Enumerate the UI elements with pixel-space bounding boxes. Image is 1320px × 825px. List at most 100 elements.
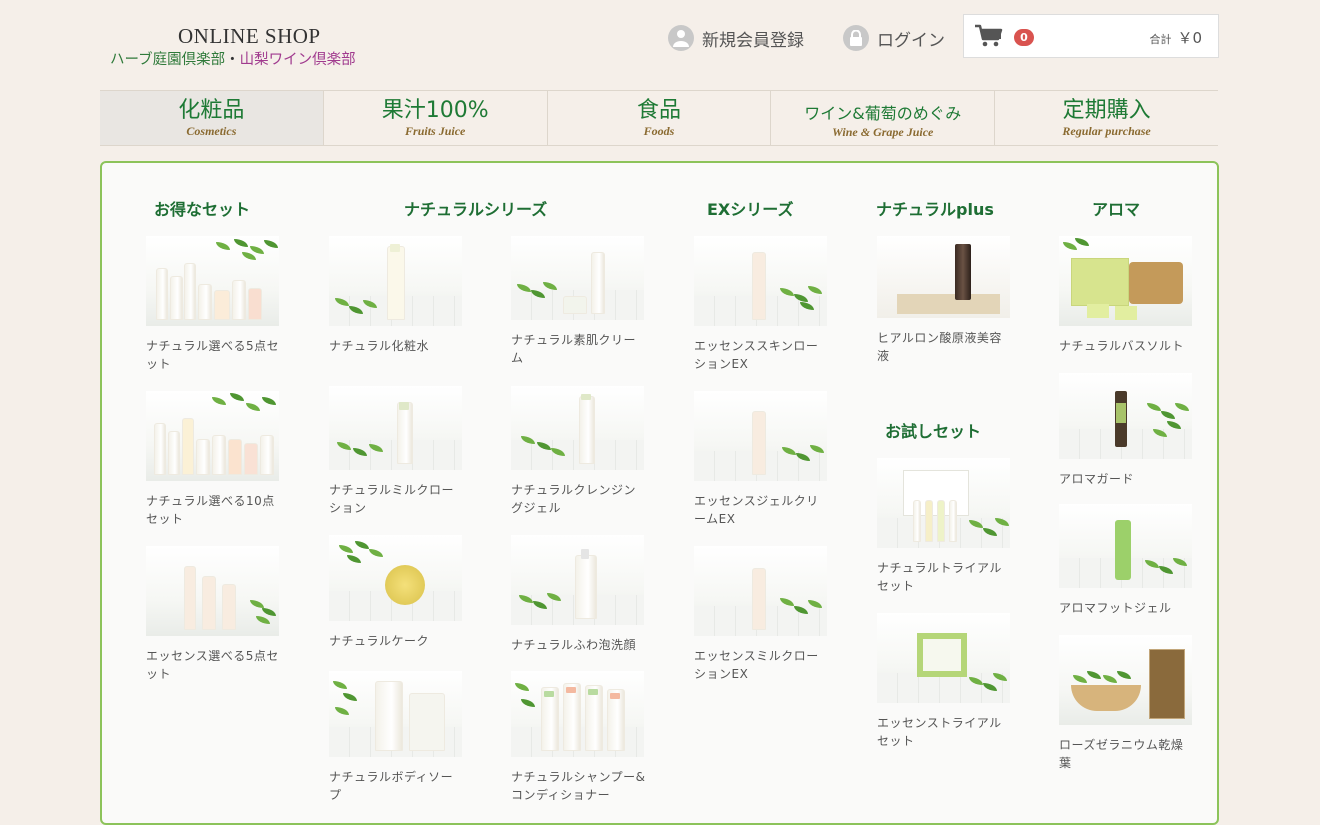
product-card[interactable]: ナチュラルバスソルト xyxy=(1059,236,1194,355)
tab-wine-grape[interactable]: ワイン&葡萄のめぐみ Wine & Grape Juice xyxy=(771,91,996,145)
product-name: ナチュラルバスソルト xyxy=(1059,339,1185,353)
product-name: エッセンストライアルセット xyxy=(877,716,1002,748)
club-names: ハーブ庭園倶楽部・山梨ワイン倶楽部 xyxy=(110,48,356,69)
tab-sublabel: Foods xyxy=(643,124,675,138)
product-image xyxy=(511,671,644,757)
product-card[interactable]: エッセンスミルクローションEX xyxy=(694,546,829,683)
column-title-ex: EXシリーズ xyxy=(707,200,794,219)
product-image xyxy=(146,236,279,326)
product-name: ナチュラル選べる5点セット xyxy=(146,339,280,371)
product-card[interactable]: ナチュラル化粧水 xyxy=(329,236,464,355)
club-separator: ・ xyxy=(225,52,240,68)
tab-fruits-juice[interactable]: 果汁100% Fruits Juice xyxy=(324,91,548,145)
cart-total-label: 合計 xyxy=(1149,33,1172,46)
product-card[interactable]: ナチュラルふわ泡洗顔 xyxy=(511,535,646,654)
product-image xyxy=(329,236,462,326)
tab-label: 定期購入 xyxy=(1062,98,1151,123)
product-name: エッセンス選べる5点セット xyxy=(146,649,279,681)
tab-foods[interactable]: 食品 Foods xyxy=(548,91,772,145)
product-card[interactable]: ヒアルロン酸原液美容液 xyxy=(877,236,1012,365)
login-label: ログイン xyxy=(877,30,945,51)
column-title-natural-plus: ナチュラルplus xyxy=(876,200,994,219)
register-label: 新規会員登録 xyxy=(702,30,804,51)
product-card[interactable]: エッセンストライアルセット xyxy=(877,613,1012,750)
product-image xyxy=(877,236,1010,318)
login-link[interactable]: ログイン xyxy=(843,24,945,52)
cart-total-value: ￥0 xyxy=(1177,29,1202,47)
product-image xyxy=(1059,635,1192,725)
product-image xyxy=(694,546,827,636)
product-name: ヒアルロン酸原液美容液 xyxy=(877,331,1002,363)
product-name: ナチュラルボディソープ xyxy=(329,770,454,802)
user-icon xyxy=(668,25,694,51)
column-title-natural: ナチュラルシリーズ xyxy=(404,200,548,219)
product-name: ナチュラルトライアルセット xyxy=(877,561,1002,593)
product-image xyxy=(1059,373,1192,459)
tab-cosmetics[interactable]: 化粧品 Cosmetics xyxy=(100,91,324,145)
product-card[interactable]: ナチュラルケーク xyxy=(329,535,464,650)
product-card[interactable]: ナチュラルボディソープ xyxy=(329,671,464,804)
shop-title: ONLINE SHOP xyxy=(178,24,321,48)
column-title-aroma: アロマ xyxy=(1092,200,1141,219)
tab-sublabel: Regular purchase xyxy=(1062,124,1151,138)
product-image xyxy=(329,386,462,470)
cart-count-badge: 0 xyxy=(1014,29,1034,46)
product-name: ナチュラルシャンプー&コンディショナー xyxy=(511,770,646,802)
product-image xyxy=(329,671,462,757)
product-card[interactable]: アロマフットジェル xyxy=(1059,504,1194,617)
product-name: アロマフットジェル xyxy=(1059,601,1172,615)
product-image xyxy=(877,458,1010,548)
product-image xyxy=(694,236,827,326)
product-name: ナチュラルミルクローション xyxy=(329,483,455,515)
wine-club-name: 山梨ワイン倶楽部 xyxy=(239,52,356,68)
cart-total: 合計 ￥0 xyxy=(1149,27,1202,48)
product-card[interactable]: ナチュラル選べる5点セット xyxy=(146,236,281,373)
product-image xyxy=(146,391,279,481)
tab-label: 食品 xyxy=(636,98,681,123)
product-image xyxy=(511,236,644,320)
tab-label: ワイン&葡萄のめぐみ xyxy=(804,104,962,123)
product-name: エッセンススキンローションEX xyxy=(694,339,819,371)
column-title-trial: お試しセット xyxy=(885,422,982,441)
product-card[interactable]: ナチュラルシャンプー&コンディショナー xyxy=(511,671,646,804)
product-image xyxy=(694,391,827,481)
product-name: アロマガード xyxy=(1059,472,1135,486)
product-image xyxy=(511,535,644,625)
product-name: ナチュラル化粧水 xyxy=(329,339,430,353)
product-image xyxy=(877,613,1010,703)
product-name: ナチュラル選べる10点セット xyxy=(146,494,275,526)
register-link[interactable]: 新規会員登録 xyxy=(668,24,804,52)
product-image xyxy=(1059,236,1192,326)
product-card[interactable]: エッセンスジェルクリームEX xyxy=(694,391,829,528)
product-name: ナチュラルクレンジングジェル xyxy=(511,483,637,515)
column-title-sets: お得なセット xyxy=(154,200,251,219)
tab-sublabel: Cosmetics xyxy=(186,124,237,138)
product-name: ナチュラルふわ泡洗顔 xyxy=(511,638,637,652)
product-name: エッセンスジェルクリームEX xyxy=(694,494,819,526)
tab-sublabel: Wine & Grape Juice xyxy=(832,125,934,139)
tab-sublabel: Fruits Juice xyxy=(405,124,466,138)
product-image xyxy=(511,386,644,470)
product-card[interactable]: ナチュラル選べる10点セット xyxy=(146,391,281,528)
product-card[interactable]: ナチュラルトライアルセット xyxy=(877,458,1012,595)
category-nav: 化粧品 Cosmetics 果汁100% Fruits Juice 食品 Foo… xyxy=(100,90,1218,146)
product-image xyxy=(146,546,279,636)
product-card[interactable]: ローズゼラニウム乾燥葉 xyxy=(1059,635,1194,772)
product-card[interactable]: ナチュラルミルクローション xyxy=(329,386,464,517)
tab-label: 化粧品 xyxy=(178,98,245,123)
product-image xyxy=(1059,504,1192,588)
tab-regular-purchase[interactable]: 定期購入 Regular purchase xyxy=(995,91,1218,145)
herb-club-name: ハーブ庭園倶楽部 xyxy=(110,52,226,68)
product-card[interactable]: エッセンススキンローションEX xyxy=(694,236,829,373)
cart-icon xyxy=(974,24,1004,52)
product-name: ナチュラルケーク xyxy=(329,634,430,648)
product-card[interactable]: ナチュラル素肌クリーム xyxy=(511,236,646,367)
product-card[interactable]: ナチュラルクレンジングジェル xyxy=(511,386,646,517)
product-card[interactable]: エッセンス選べる5点セット xyxy=(146,546,281,683)
product-name: エッセンスミルクローションEX xyxy=(694,649,819,681)
product-name: ローズゼラニウム乾燥葉 xyxy=(1059,738,1184,770)
cosmetics-mega-menu: お得なセット ナチュラルシリーズ EXシリーズ ナチュラルplus アロマ お試… xyxy=(100,161,1219,825)
product-card[interactable]: アロマガード xyxy=(1059,373,1194,488)
cart-button[interactable]: 0 合計 ￥0 xyxy=(963,14,1219,58)
product-image xyxy=(329,535,462,621)
